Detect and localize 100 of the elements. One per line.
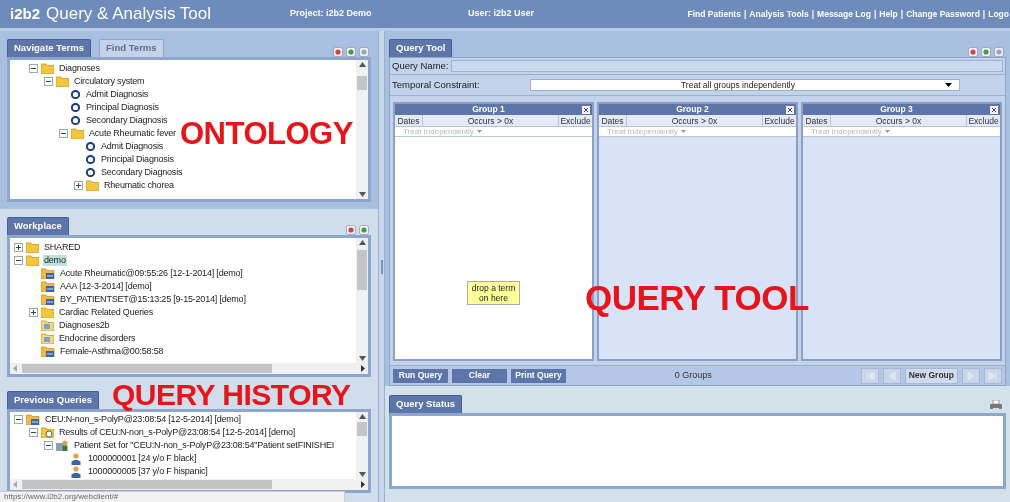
tree-item[interactable]: demo	[43, 255, 67, 266]
tree-item[interactable]: Results of CEU:N-non_s-PolyP@23:08:54 [12-5-2014] [demo]	[58, 427, 297, 438]
toolbar-icon[interactable]	[346, 47, 356, 57]
toolbar-icon[interactable]	[981, 47, 991, 57]
tree-item[interactable]: Patient Set for "CEU:N-non_s-PolyP@23:08:54"Patient setFINISHEI	[73, 440, 336, 451]
toolbar-button[interactable]: Print Query	[511, 368, 566, 383]
toolbar-icon[interactable]	[346, 225, 356, 235]
scroll-right-icon[interactable]	[361, 365, 365, 372]
scroll-thumb[interactable]	[357, 422, 367, 436]
tree-item[interactable]: Cardiac Related Queries	[58, 307, 154, 318]
tree-item[interactable]: Female-Asthma@00:58:58	[59, 346, 165, 357]
tree-item[interactable]: BY_PATIENTSET@15:13:25 [9-15-2014] [demo]	[59, 294, 247, 305]
toolbar-button[interactable]: Run Query	[393, 368, 448, 383]
separator: |	[873, 7, 877, 21]
tree-item[interactable]: Endocrine disorders	[58, 333, 137, 344]
app-logo: i2b2	[10, 4, 40, 25]
scroll-up-icon[interactable]	[358, 414, 366, 419]
app-title: Query & Analysis Tool	[46, 3, 212, 26]
tree-item[interactable]: Admit Diagnosis	[100, 141, 165, 152]
status-url: https://www.i2b2.org/webclient/#	[0, 491, 345, 502]
panel-tab[interactable]: Previous Queries	[7, 391, 100, 409]
tree-item[interactable]: Principal Diagnosis	[100, 154, 175, 165]
tree-item[interactable]: Diagnoses2b	[58, 320, 111, 331]
panel-tab[interactable]: Navigate Terms	[7, 39, 92, 57]
tree-item[interactable]: Rheumatic chorea	[103, 180, 175, 191]
new-group-button[interactable]: New Group	[904, 367, 958, 384]
tree-item[interactable]: 1000000005 [37 y/o F hispanic]	[87, 466, 209, 477]
scroll-up-icon[interactable]	[358, 240, 366, 245]
printer-icon[interactable]	[990, 400, 1002, 411]
collapse-icon[interactable]	[59, 129, 68, 138]
tree-item[interactable]: Acute Rheumatic@09:55:26 [12-1-2014] [demo]	[59, 268, 244, 279]
occurs-button[interactable]: Occurs > 0x	[423, 115, 559, 126]
expand-icon[interactable]	[29, 308, 38, 317]
collapse-icon[interactable]	[29, 428, 38, 437]
collapse-icon[interactable]	[44, 77, 53, 86]
folder-icon	[56, 76, 69, 87]
query-name-label: Query Name:	[392, 58, 449, 73]
separator: |	[982, 7, 986, 21]
results-icon	[41, 427, 54, 438]
panel-tab[interactable]: Workplace	[7, 217, 69, 235]
scroll-thumb[interactable]	[357, 250, 367, 290]
folder-icon	[41, 63, 54, 74]
panel-tab[interactable]: Query Tool	[389, 39, 453, 57]
exclude-button[interactable]: Exclude	[559, 115, 592, 126]
scroll-down-icon[interactable]	[358, 192, 366, 197]
toolbar-icon[interactable]	[359, 225, 369, 235]
exclude-button[interactable]: Exclude	[763, 115, 796, 126]
collapse-icon[interactable]	[44, 441, 53, 450]
tree-item[interactable]: AAA [12-3-2014] [demo]	[59, 281, 153, 292]
close-icon[interactable]	[786, 105, 794, 114]
panel-tab[interactable]: Query Status	[389, 395, 463, 413]
toolbar-button[interactable]: Clear	[452, 368, 507, 383]
separator: |	[900, 7, 904, 21]
tree-item[interactable]: Admit Diagnosis	[85, 89, 150, 100]
occurs-button[interactable]: Occurs > 0x	[627, 115, 763, 126]
query-name-field[interactable]	[450, 60, 1003, 72]
next-icon	[965, 369, 977, 382]
annotation-label: ONTOLOGY	[180, 118, 353, 149]
tree-item[interactable]: Secondary Diagnosis	[100, 167, 184, 178]
scroll-right-icon[interactable]	[361, 481, 365, 488]
expand-icon[interactable]	[14, 243, 23, 252]
scroll-thumb[interactable]	[22, 364, 272, 373]
drop-target[interactable]: drop a term on here	[467, 281, 520, 305]
tree-item[interactable]: 1000000001 [24 y/o F black]	[87, 453, 198, 464]
collapse-icon[interactable]	[14, 415, 23, 424]
scroll-up-icon[interactable]	[358, 62, 366, 67]
tree-item[interactable]: SHARED	[43, 242, 82, 253]
scroll-thumb[interactable]	[22, 480, 272, 489]
separator: |	[743, 7, 747, 21]
query-icon	[41, 268, 55, 279]
close-icon[interactable]	[582, 105, 590, 114]
tree-item[interactable]: Secondary Diagnosis	[85, 115, 169, 126]
project-label: Project: i2b2 Demo	[290, 7, 373, 21]
query-icon	[41, 281, 55, 292]
tree-item[interactable]: Principal Diagnosis	[85, 102, 160, 113]
tree-item[interactable]: Acute Rheumatic fever	[88, 128, 177, 139]
toolbar-icon[interactable]	[333, 47, 343, 57]
query-icon	[41, 294, 55, 305]
expand-icon[interactable]	[74, 181, 83, 190]
exclude-button[interactable]: Exclude	[967, 115, 1000, 126]
tree-item[interactable]: Diagnoses	[58, 63, 101, 74]
tree-item[interactable]: Circulatory system	[73, 76, 146, 87]
collapse-icon[interactable]	[29, 64, 38, 73]
close-icon[interactable]	[990, 105, 998, 114]
toolbar-icon[interactable]	[968, 47, 978, 57]
caret-icon	[476, 130, 482, 133]
scroll-thumb[interactable]	[357, 76, 367, 90]
temporal-constraint-dropdown[interactable]: Treat all groups independently	[530, 79, 960, 91]
tree-item[interactable]: CEU:N-non_s-PolyP@23:08:54 [12-5-2014] [demo]	[44, 414, 242, 425]
caret-icon	[680, 130, 686, 133]
separator: |	[811, 7, 815, 21]
dates-button[interactable]: Dates	[803, 115, 831, 126]
collapse-icon[interactable]	[14, 256, 23, 265]
dates-button[interactable]: Dates	[599, 115, 627, 126]
temporal-constraint-label: Temporal Constraint:	[392, 77, 481, 92]
group-count: 0 Groups	[673, 368, 713, 382]
scroll-down-icon[interactable]	[358, 356, 366, 361]
occurs-button[interactable]: Occurs > 0x	[831, 115, 967, 126]
scroll-down-icon[interactable]	[358, 472, 366, 477]
dates-button[interactable]: Dates	[395, 115, 423, 126]
